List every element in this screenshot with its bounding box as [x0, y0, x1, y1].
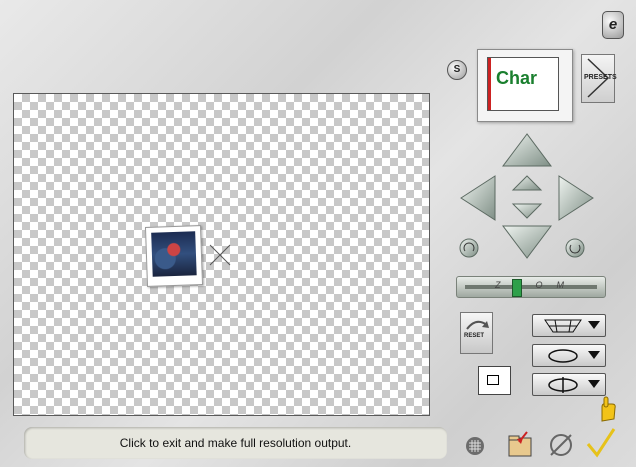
reset-arrow-icon [466, 320, 489, 330]
zoom-slider[interactable]: ZOOM [456, 276, 606, 298]
zoom-thumb[interactable] [512, 279, 522, 297]
grid-icon[interactable] [465, 436, 485, 456]
presets-button[interactable]: PRESETS [581, 54, 617, 103]
center-marker-icon [209, 244, 231, 266]
zoom-label: ZOOM [495, 280, 578, 290]
reset-button-label: RESET [464, 333, 485, 339]
arrow-down-button[interactable] [502, 225, 552, 259]
preset-thumbnail[interactable]: Char [477, 49, 573, 122]
arrow-right-button[interactable] [558, 175, 594, 221]
photo-image [151, 231, 197, 277]
s-button-label: S [453, 64, 461, 75]
mini-preview-marker-icon [487, 375, 499, 385]
hand-pointer-icon[interactable] [596, 395, 618, 423]
rotate-horizontal-dropdown[interactable] [532, 344, 606, 367]
ok-checkmark-icon[interactable] [585, 426, 617, 458]
s-button[interactable]: S [447, 60, 467, 80]
move-forward-button[interactable] [511, 175, 543, 191]
mini-preview-box[interactable] [478, 366, 511, 395]
info-button-label: e [608, 16, 618, 33]
rotate-left-button[interactable] [459, 238, 479, 258]
open-file-icon[interactable] [507, 430, 535, 458]
rotate-horizontal-icon [548, 349, 578, 363]
arrow-up-button[interactable] [502, 133, 552, 167]
move-back-button[interactable] [511, 203, 543, 219]
chevron-down-icon [588, 380, 600, 388]
preset-thumbnail-image: Char [487, 57, 559, 111]
perspective-grid-icon [544, 319, 582, 333]
navigation-pad [459, 133, 594, 259]
arrow-left-button[interactable] [460, 175, 496, 221]
info-button[interactable]: e [602, 11, 624, 39]
status-message: Click to exit and make full resolution o… [119, 436, 352, 450]
rotate-right-button[interactable] [565, 238, 585, 258]
perspective-tool-dropdown[interactable] [532, 314, 606, 337]
status-bar[interactable]: Click to exit and make full resolution o… [24, 427, 447, 459]
rotate-vertical-icon [548, 377, 578, 393]
reset-button[interactable]: RESET [460, 312, 493, 354]
presets-button-label: PRESETS [584, 74, 617, 81]
photo-object[interactable] [144, 225, 204, 287]
rotate-vertical-dropdown[interactable] [532, 373, 606, 396]
cancel-icon[interactable] [548, 432, 574, 458]
chevron-down-icon [588, 321, 600, 329]
preset-thumbnail-text: Char [496, 68, 538, 88]
chevron-down-icon [588, 351, 600, 359]
